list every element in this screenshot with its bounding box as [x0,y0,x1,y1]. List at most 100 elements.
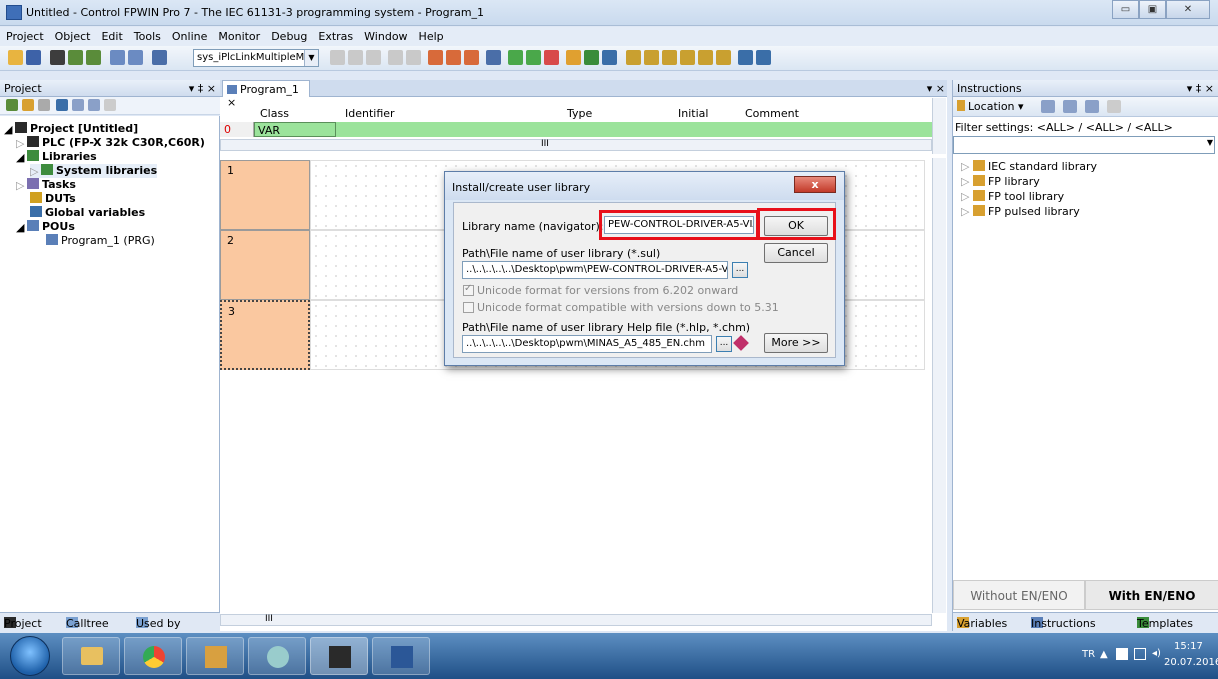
paste-icon[interactable] [366,50,381,65]
library-item[interactable]: ▷ IEC standard library [961,160,1097,173]
without-en-eno-button[interactable]: Without EN/ENO [953,580,1085,610]
open-icon[interactable] [8,50,23,65]
language-indicator[interactable]: TR [1082,649,1095,660]
body-horizontal-scrollbar[interactable]: III [220,614,932,626]
tree-item-global-variables[interactable]: Global variables [30,206,145,220]
wire-icon[interactable] [644,50,659,65]
bookmark-icon[interactable] [486,50,501,65]
clock-date[interactable]: 20.07.2016 [1164,657,1218,668]
taskbar-word[interactable] [372,637,430,675]
close-window-button[interactable]: ✕ [1166,0,1210,19]
network-label[interactable]: 2 [220,230,310,300]
save-icon[interactable] [26,50,41,65]
undo-icon[interactable] [388,50,403,65]
contact-parallel-icon[interactable] [526,50,541,65]
browse-help-button[interactable]: ... [716,336,732,352]
tree-item-tasks[interactable]: ▷ Tasks [16,178,76,192]
menu-online[interactable]: Online [166,27,212,43]
minimize-button[interactable]: ▭ [1112,0,1139,19]
location-button[interactable]: Location ▾ [957,100,1024,113]
column-header-initial[interactable]: Initial [678,107,708,120]
network-label[interactable]: 3 [220,300,310,370]
tree-item-duts[interactable]: DUTs [30,192,76,206]
return-icon[interactable] [698,50,713,65]
library-path-input[interactable]: ..\..\..\..\..\Desktop\pwm\PEW-CONTROL-D… [462,261,728,279]
column-header-identifier[interactable]: Identifier [345,107,395,120]
tree-tool-icon[interactable] [22,99,34,111]
browse-path-button[interactable]: ... [732,262,748,278]
menu-monitor[interactable]: Monitor [212,27,265,43]
panel-pin-icon[interactable]: ▾ ‡ × [189,82,216,95]
library-item[interactable]: ▷ FP library [961,175,1040,188]
tree-item-pous[interactable]: ◢ POUs [16,220,75,234]
object-combo[interactable]: sys_iPlcLinkMultipleMas ▼ [193,49,319,67]
taskbar-chrome[interactable] [124,637,182,675]
tab-program-1[interactable]: Program_1 × [222,80,310,109]
contact-icon[interactable] [508,50,523,65]
flag-icon[interactable] [1116,648,1128,660]
menu-project[interactable]: Project [0,27,49,43]
tree-item-plc[interactable]: ▷ PLC (FP-X 32k C30R,C60R) [16,136,205,150]
network-above-icon[interactable] [446,50,461,65]
column-header-class[interactable]: Class [260,107,289,120]
line-icon[interactable] [626,50,641,65]
compile-icon[interactable] [68,50,83,65]
label-icon[interactable] [716,50,731,65]
box-icon[interactable] [566,50,581,65]
column-header-type[interactable]: Type [567,107,592,120]
copy-icon[interactable] [348,50,363,65]
function-icon[interactable] [584,50,599,65]
library-item[interactable]: ▷ FP pulsed library [961,205,1080,218]
body-vertical-scrollbar[interactable] [932,158,946,613]
unicode-new-checkbox[interactable]: ✓ [463,283,474,296]
clock-time[interactable]: 15:17 [1174,641,1203,652]
tree-item-project[interactable]: ◢ Project [Untitled] [4,122,138,136]
tree-item-program-1[interactable]: Program_1 (PRG) [46,234,155,248]
tree-tool-icon[interactable] [38,99,50,111]
menu-debug[interactable]: Debug [265,27,312,43]
column-header-comment[interactable]: Comment [745,107,799,120]
tree-tool-icon[interactable] [56,99,68,111]
taskbar-paint[interactable] [248,637,306,675]
network-icon[interactable] [428,50,443,65]
unicode-old-checkbox[interactable] [463,302,474,313]
sort-icon[interactable] [1041,100,1055,113]
help-book-icon[interactable] [733,335,749,351]
tree-item-system-libraries[interactable]: ▷ System libraries [30,164,158,178]
tree-tool-icon[interactable] [88,99,100,111]
print-icon[interactable] [128,50,143,65]
volume-icon[interactable]: ◂) [1152,648,1161,659]
start-button[interactable] [10,636,50,676]
tray-expand-icon[interactable]: ▲ [1100,649,1108,660]
insert-column-icon[interactable] [738,50,753,65]
menu-help[interactable]: Help [413,27,449,43]
menu-extras[interactable]: Extras [312,27,358,43]
menu-edit[interactable]: Edit [95,27,127,43]
editor-close-icon[interactable]: ▾ × [927,82,945,95]
dialog-close-button[interactable]: x [794,176,836,193]
taskbar-fpwin[interactable] [310,637,368,675]
connector-icon[interactable] [662,50,677,65]
grid-vertical-scrollbar[interactable] [932,98,946,154]
clear-icon[interactable] [1107,100,1121,113]
cut-icon[interactable] [330,50,345,65]
network-below-icon[interactable] [464,50,479,65]
maximize-button[interactable]: ▣ [1139,0,1166,19]
network-label[interactable]: 1 [220,160,310,230]
redo-icon[interactable] [406,50,421,65]
search-combo[interactable]: ▼ [953,136,1215,154]
menu-object[interactable]: Object [49,27,96,43]
filter-icon[interactable] [1063,100,1077,113]
variable-icon[interactable] [602,50,617,65]
menu-tools[interactable]: Tools [128,27,166,43]
library-item[interactable]: ▷ FP tool library [961,190,1064,203]
more-button[interactable]: More >> [764,333,828,353]
variable-row[interactable]: 0 VAR [220,122,932,137]
tree-item-libraries[interactable]: ◢ Libraries [16,150,97,164]
taskbar-calendar[interactable] [186,637,244,675]
taskbar-explorer[interactable] [62,637,120,675]
tree-tool-icon[interactable] [72,99,84,111]
plc-icon[interactable] [50,50,65,65]
tree-tool-icon[interactable] [6,99,18,111]
build-icon[interactable] [86,50,101,65]
